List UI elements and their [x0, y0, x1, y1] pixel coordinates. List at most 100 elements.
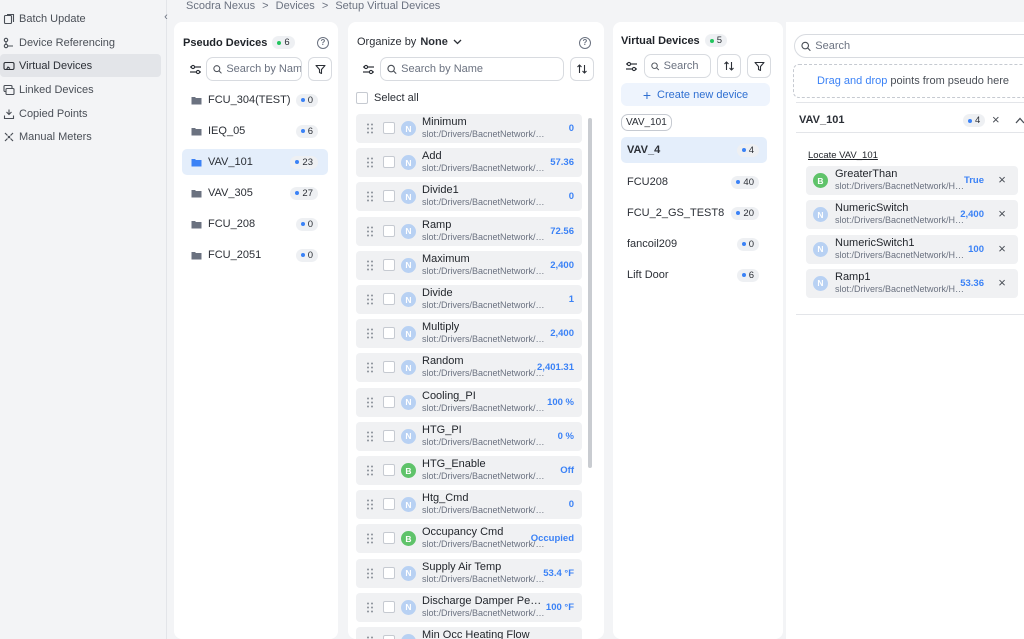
drop-zone[interactable]: Drag and drop points from pseudo here [793, 64, 1024, 98]
drag-handle-icon[interactable] [366, 431, 374, 442]
point-row[interactable]: N Randomslot:/Drivers/BacnetNetwork/HVAC/… [356, 353, 582, 383]
nav-item-batch-update[interactable]: Batch Update [0, 7, 161, 30]
linked-point-row[interactable]: N NumericSwitch slot:/Drivers/BacnetNetwor… [806, 200, 1018, 230]
drag-handle-icon[interactable] [366, 328, 374, 339]
sort-button[interactable] [717, 54, 741, 78]
point-checkbox[interactable] [383, 566, 395, 579]
help-icon[interactable]: ? [317, 37, 329, 49]
point-checkbox[interactable] [383, 122, 395, 134]
drag-handle-icon[interactable] [366, 362, 374, 373]
drag-handle-icon[interactable] [366, 191, 374, 202]
nav-item-virtual-devices[interactable]: Virtual Devices [0, 54, 161, 77]
select-all[interactable]: Select all [356, 92, 419, 104]
point-row[interactable]: N Cooling_PI slot:/Drivers/BacnetNetwork/H… [356, 387, 582, 417]
breadcrumb-item-root[interactable]: Scodra Nexus [186, 0, 255, 12]
virtual-device-item[interactable]: fancoil209 0 [621, 231, 767, 257]
remove-point-icon[interactable]: × [996, 207, 1008, 220]
chevron-up-icon[interactable] [1015, 117, 1024, 124]
linked-point-row[interactable]: B GreaterThan slot:/Drivers/BacnetNetwork/… [806, 166, 1018, 195]
close-icon[interactable]: × [992, 112, 1000, 127]
pseudo-device-item[interactable]: IEQ_05 6 [182, 118, 328, 144]
locate-device-link[interactable]: Locate VAV_101 [808, 150, 878, 161]
point-checkbox[interactable] [383, 190, 395, 203]
virtual-device-item[interactable]: Lift Door 6 [621, 262, 767, 288]
remove-point-icon[interactable]: × [996, 242, 1008, 255]
point-checkbox[interactable] [383, 395, 395, 408]
point-checkbox[interactable] [383, 600, 395, 613]
virtual-device-count: 0 [736, 237, 759, 251]
organize-by[interactable]: Organize by None [357, 36, 462, 48]
linked-point-row[interactable]: N Ramp1slot:/Drivers/BacnetNetwork/HVAC/V… [806, 268, 1018, 298]
remove-point-icon[interactable]: × [996, 276, 1008, 289]
select-all-checkbox[interactable] [356, 92, 368, 104]
point-checkbox[interactable] [383, 635, 395, 639]
point-row[interactable]: N Divide1slot:/Drivers/BacnetNetwork/HVAC… [356, 182, 582, 212]
pseudo-device-item[interactable]: FCU_2051 0 [182, 242, 328, 268]
pseudo-device-item[interactable]: VAV_305 27 [182, 180, 328, 206]
drag-handle-icon[interactable] [366, 602, 374, 613]
detail-search-input[interactable] [815, 40, 1024, 52]
scrollbar[interactable] [588, 118, 592, 468]
drag-handle-icon[interactable] [366, 260, 374, 271]
point-row[interactable]: N Multiplyslot:/Drivers/BacnetNetwork/HVA… [356, 319, 582, 349]
filter-settings-icon[interactable] [619, 54, 643, 78]
filter-button[interactable] [308, 57, 332, 81]
nav-item-copied-points[interactable]: Copied Points [0, 102, 161, 125]
points-search-input[interactable] [401, 63, 563, 75]
filter-button[interactable] [747, 54, 771, 78]
point-checkbox[interactable] [383, 429, 395, 442]
nav-item-linked-devices[interactable]: Linked Devices [0, 78, 161, 101]
breadcrumb-item-devices[interactable]: Devices [276, 0, 315, 12]
filter-settings-icon[interactable] [183, 57, 207, 81]
point-row[interactable]: N Discharge Damper Percent slot:/Drivers/B… [356, 592, 582, 622]
point-row[interactable]: NMin Occ Heating Flowslot:/Drivers/Bacne… [356, 627, 582, 639]
point-checkbox[interactable] [383, 156, 395, 169]
help-icon[interactable]: ? [579, 37, 591, 49]
drag-handle-icon[interactable] [366, 568, 374, 579]
point-row[interactable]: N Maximumslot:/Drivers/BacnetNetwork/HVAC… [356, 250, 582, 280]
point-row[interactable]: N Minimumslot:/Drivers/BacnetNetwork/HVAC… [356, 114, 582, 143]
drag-handle-icon[interactable] [366, 294, 374, 305]
point-row[interactable]: N HTG_PIslot:/Drivers/BacnetNetwork/HVAC/… [356, 421, 582, 451]
pseudo-device-item[interactable]: FCU_304(TEST) 0 [182, 87, 328, 113]
drag-handle-icon[interactable] [366, 157, 374, 168]
drag-handle-icon[interactable] [366, 533, 374, 544]
sort-button[interactable] [570, 57, 594, 81]
drag-handle-icon[interactable] [366, 123, 374, 134]
nav-item-device-referencing[interactable]: Device Referencing [0, 31, 161, 54]
nav-item-manual-meters[interactable]: Manual Meters [0, 125, 161, 148]
drag-handle-icon[interactable] [366, 499, 374, 510]
virtual-devices-icon [3, 60, 15, 72]
point-checkbox[interactable] [383, 224, 395, 237]
drag-handle-icon[interactable] [366, 465, 374, 476]
virtual-device-item[interactable]: VAV_4 4 [621, 137, 767, 163]
create-new-device-button[interactable]: + Create new device [621, 83, 770, 106]
point-checkbox[interactable] [383, 258, 395, 271]
point-row[interactable]: N Htg_Cmdslot:/Drivers/BacnetNetwork/HVAC… [356, 490, 582, 520]
collapse-sidebar-icon[interactable]: ‹ [160, 11, 172, 23]
point-row[interactable]: N Divideslot:/Drivers/BacnetNetwork/HVAC/… [356, 285, 582, 314]
point-checkbox[interactable] [383, 361, 395, 374]
point-row[interactable]: B Occupancy Cmd slot:/Drivers/BacnetNetwor… [356, 524, 582, 554]
linked-point-row[interactable]: N NumericSwitch1 slot:/Drivers/BacnetNetwo… [806, 234, 1018, 264]
point-checkbox[interactable] [383, 327, 395, 340]
point-checkbox[interactable] [383, 498, 395, 511]
point-checkbox[interactable] [383, 464, 395, 476]
point-checkbox[interactable] [383, 293, 395, 305]
point-row[interactable]: N Supply Air Temp slot:/Drivers/BacnetNetw… [356, 558, 582, 588]
drag-handle-icon[interactable] [366, 397, 374, 408]
point-row[interactable]: N Rampslot:/Drivers/BacnetNetwork/HVAC/VA… [356, 216, 582, 246]
point-row[interactable]: N Addslot:/Drivers/BacnetNetwork/HVAC/VAV… [356, 148, 582, 178]
virtual-device-item[interactable]: FCU_2_GS_TEST8 20 [621, 200, 767, 226]
virtual-search-input[interactable] [663, 60, 710, 72]
pseudo-device-item[interactable]: FCU_208 0 [182, 211, 328, 237]
virtual-device-item[interactable]: FCU208 40 [621, 169, 767, 195]
filter-tag[interactable]: VAV_101 [621, 114, 672, 131]
pseudo-search-input[interactable] [226, 63, 301, 75]
point-row[interactable]: B HTG_Enable slot:/Drivers/BacnetNetwork/H… [356, 456, 582, 485]
pseudo-device-item[interactable]: VAV_101 23 [182, 149, 328, 175]
filter-settings-icon[interactable] [356, 57, 380, 81]
point-checkbox[interactable] [383, 532, 395, 545]
drag-handle-icon[interactable] [366, 226, 374, 237]
remove-point-icon[interactable]: × [996, 173, 1008, 186]
